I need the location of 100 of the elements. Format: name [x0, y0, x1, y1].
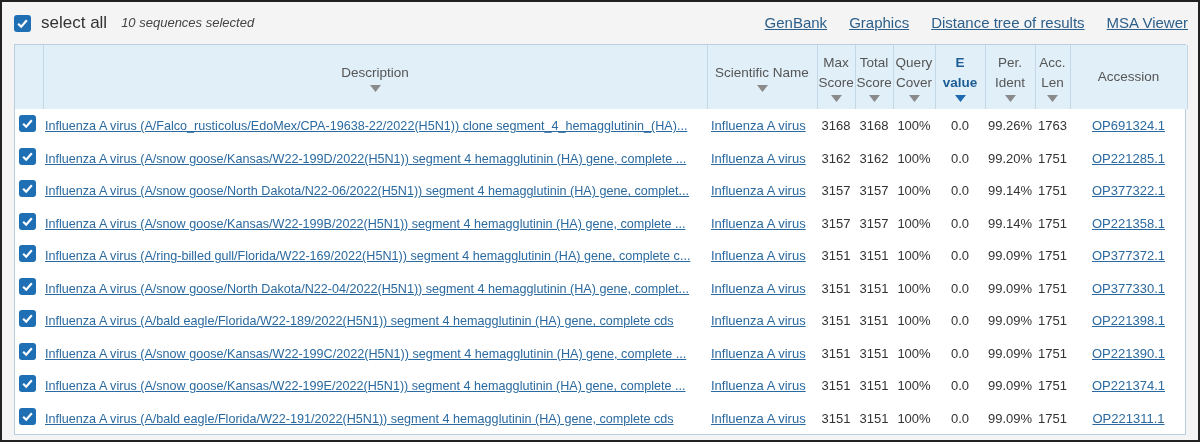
sort-caret-icon[interactable] [369, 84, 381, 92]
sort-caret-icon[interactable] [954, 94, 966, 102]
accession-link[interactable]: OP221311.1 [1092, 410, 1165, 426]
sort-caret-icon[interactable] [756, 84, 768, 92]
column-header[interactable]: Total Score [856, 52, 892, 93]
max-score: 3151 [821, 280, 851, 296]
accession-link[interactable]: OP377322.1 [1092, 183, 1165, 199]
scientific-name-link[interactable]: Influenza A virus [711, 215, 806, 231]
accession-link[interactable]: OP221374.1 [1092, 378, 1165, 394]
e-value: 0.0 [950, 150, 970, 166]
scientific-name-link[interactable]: Influenza A virus [711, 150, 806, 166]
accession-link[interactable]: OP377330.1 [1092, 280, 1165, 296]
column-header[interactable]: Query Cover [894, 52, 934, 93]
column-header[interactable]: Max Score [818, 52, 854, 93]
query-cover: 100% [897, 280, 931, 296]
accession-link[interactable]: OP221390.1 [1092, 345, 1165, 361]
row-checkbox[interactable] [19, 277, 36, 295]
row-checkbox[interactable] [19, 180, 36, 198]
description-link[interactable]: Influenza A virus (A/Falco_rusticolus/EdoMex/CPA-19638-22/2022(H5N1)) clone segment_4_hemagglutinin_(HA)... [45, 119, 688, 134]
scientific-name-link[interactable]: Influenza A virus [711, 345, 806, 361]
max-score: 3151 [821, 313, 851, 329]
sort-caret-icon[interactable] [1004, 94, 1016, 102]
accession-link[interactable]: OP221285.1 [1092, 150, 1165, 166]
description-link[interactable]: Influenza A virus (A/snow goose/Kansas/W22-199E/2022(H5N1)) segment 4 hemagglutinin (HA) gene, complete ... [45, 379, 686, 394]
row-checkbox[interactable] [19, 310, 36, 328]
e-value: 0.0 [950, 378, 970, 394]
toolbar-link[interactable]: MSA Viewer [1106, 11, 1188, 35]
description-link[interactable]: Influenza A virus (A/snow goose/Kansas/W22-199C/2022(H5N1)) segment 4 hemagglutinin (HA) gene, complete ... [45, 346, 687, 361]
row-checkbox[interactable] [19, 245, 36, 263]
total-score: 3151 [859, 313, 889, 329]
row-checkbox[interactable] [19, 115, 36, 133]
percent-identity: 99.09% [987, 313, 1033, 329]
scientific-name-link[interactable]: Influenza A virus [711, 118, 806, 134]
sort-caret-icon[interactable] [830, 94, 842, 102]
percent-identity: 99.09% [987, 378, 1033, 394]
scientific-name-link[interactable]: Influenza A virus [711, 183, 806, 199]
accession-length: 1751 [1038, 345, 1067, 361]
percent-identity: 99.09% [987, 345, 1033, 361]
e-value: 0.0 [950, 215, 970, 231]
query-cover: 100% [897, 410, 931, 426]
scientific-name-link[interactable]: Influenza A virus [711, 313, 806, 329]
total-score: 3151 [859, 378, 889, 394]
total-score: 3151 [859, 280, 889, 296]
column-header[interactable]: Acc. Len [1036, 52, 1069, 93]
total-score: 3157 [859, 215, 889, 231]
select-all-checkbox[interactable] [14, 14, 31, 32]
row-checkbox[interactable] [19, 375, 36, 393]
column-header[interactable]: Description [341, 62, 409, 83]
column-header[interactable]: E value [936, 52, 984, 93]
row-checkbox[interactable] [19, 212, 36, 230]
percent-identity: 99.09% [987, 280, 1033, 296]
description-link[interactable]: Influenza A virus (A/bald eagle/Florida/W22-191/2022(H5N1)) segment 4 hemagglutinin (HA) gene, complete cds [45, 411, 674, 426]
description-link[interactable]: Influenza A virus (A/ring-billed gull/Florida/W22-169/2022(H5N1)) segment 4 hemagglutinin (HA) gene, complete c... [45, 249, 691, 264]
query-cover: 100% [897, 248, 931, 264]
toolbar-link[interactable]: GenBank [764, 11, 828, 35]
accession-link[interactable]: OP691324.1 [1092, 118, 1165, 134]
sort-caret-icon[interactable] [1047, 94, 1058, 102]
total-score: 3151 [859, 410, 889, 426]
description-link[interactable]: Influenza A virus (A/snow goose/Kansas/W22-199D/2022(H5N1)) segment 4 hemagglutinin (HA) gene, complete ... [45, 151, 687, 166]
description-link[interactable]: Influenza A virus (A/snow goose/North Dakota/N22-06/2022(H5N1)) segment 4 hemagglutinin (HA) gene, complet... [45, 184, 689, 199]
row-checkbox[interactable] [19, 407, 36, 425]
sort-caret-icon[interactable] [868, 94, 880, 102]
column-header[interactable]: Scientific Name [715, 62, 809, 83]
query-cover: 100% [897, 215, 931, 231]
accession-length: 1751 [1038, 183, 1067, 199]
query-cover: 100% [897, 313, 931, 329]
scientific-name-link[interactable]: Influenza A virus [711, 410, 806, 426]
row-checkbox[interactable] [19, 342, 36, 360]
accession-link[interactable]: OP377372.1 [1092, 248, 1165, 264]
total-score: 3157 [859, 183, 889, 199]
description-link[interactable]: Influenza A virus (A/snow goose/Kansas/W22-199B/2022(H5N1)) segment 4 hemagglutinin (HA) gene, complete ... [45, 216, 686, 231]
e-value: 0.0 [950, 280, 970, 296]
query-cover: 100% [897, 150, 931, 166]
percent-identity: 99.14% [987, 215, 1033, 231]
accession-link[interactable]: OP221358.1 [1092, 215, 1165, 231]
row-checkbox[interactable] [19, 147, 36, 165]
scientific-name-link[interactable]: Influenza A virus [711, 248, 806, 264]
column-header[interactable]: Accession [1097, 67, 1160, 87]
max-score: 3157 [821, 183, 851, 199]
sort-caret-icon[interactable] [908, 94, 920, 102]
query-cover: 100% [897, 118, 931, 134]
description-link[interactable]: Influenza A virus (A/bald eagle/Florida/W22-189/2022(H5N1)) segment 4 hemagglutinin (HA) gene, complete cds [45, 314, 674, 329]
total-score: 3168 [859, 118, 889, 134]
percent-identity: 99.26% [987, 118, 1033, 134]
column-header[interactable]: Per. Ident [986, 52, 1034, 93]
max-score: 3151 [821, 410, 851, 426]
description-link[interactable]: Influenza A virus (A/snow goose/North Dakota/N22-04/2022(H5N1)) segment 4 hemagglutinin (HA) gene, complet... [45, 281, 689, 296]
accession-link[interactable]: OP221398.1 [1092, 313, 1165, 329]
max-score: 3151 [821, 345, 851, 361]
scientific-name-link[interactable]: Influenza A virus [711, 378, 806, 394]
query-cover: 100% [897, 183, 931, 199]
accession-length: 1751 [1038, 248, 1067, 264]
e-value: 0.0 [950, 248, 970, 264]
percent-identity: 99.14% [987, 183, 1033, 199]
toolbar-link[interactable]: Distance tree of results [931, 11, 1085, 35]
selection-count: 10 sequences selected [121, 14, 255, 33]
percent-identity: 99.09% [987, 248, 1033, 264]
toolbar-link[interactable]: Graphics [849, 11, 910, 35]
accession-length: 1751 [1038, 313, 1067, 329]
scientific-name-link[interactable]: Influenza A virus [711, 280, 806, 296]
